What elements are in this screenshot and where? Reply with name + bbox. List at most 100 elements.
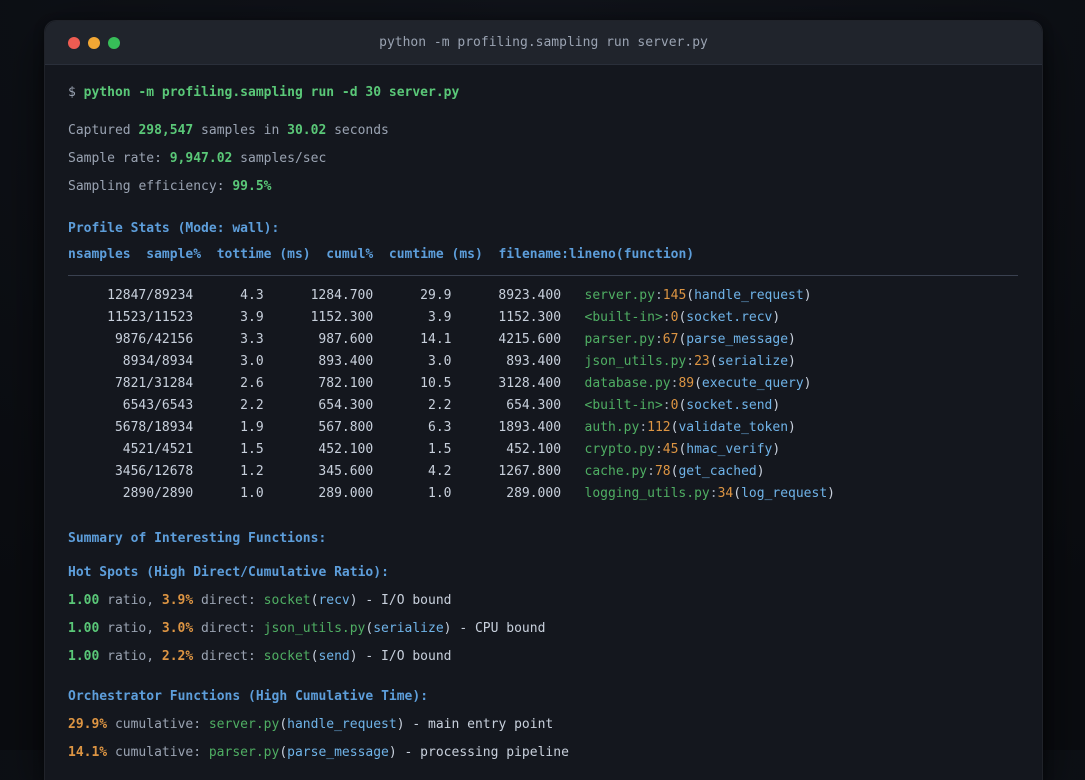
direct-label: direct:: [201, 649, 256, 664]
nsamples-value: 4521/4521: [122, 442, 194, 457]
nsamples-value: 12847/89234: [107, 288, 194, 303]
table-row: 2890/2890 1.0 289.000 1.0 289.000 logging_uti…: [68, 483, 1018, 505]
sample-rate-unit: samples/sec: [240, 151, 327, 166]
orchestrator-target: server.py(handle_request): [208, 717, 405, 732]
sample-pct-value: 3.0: [240, 354, 264, 369]
function-location: <built-in>:0(socket.send): [584, 398, 781, 413]
terminal-content: $ python -m profiling.sampling run -d 30…: [45, 65, 1042, 767]
sample-pct-value: 1.2: [240, 464, 264, 479]
close-button[interactable]: [68, 36, 80, 49]
nsamples-value: 6543/6543: [122, 398, 194, 413]
direct-pct-value: 3.0%: [161, 621, 194, 636]
orchestrator-target: parser.py(parse_message): [208, 745, 397, 760]
tottime-value: 893.400: [318, 354, 374, 369]
sample-rate-line: Sample rate: 9,947.02 samples/sec: [68, 145, 1018, 173]
window-titlebar[interactable]: python -m profiling.sampling run server.…: [45, 21, 1042, 65]
hotspots-title: Hot Spots (High Direct/Cumulative Ratio)…: [68, 565, 389, 580]
table-row: 6543/6543 2.2 654.300 2.2 654.300 <built-in>:…: [68, 395, 1018, 417]
cumul-pct-value: 14.1: [420, 332, 452, 347]
efficiency-value: 99.5%: [232, 179, 272, 194]
command-line: $ python -m profiling.sampling run -d 30…: [68, 79, 1018, 107]
sample-pct-value: 3.9: [240, 310, 264, 325]
efficiency-line: Sampling efficiency: 99.5%: [68, 173, 1018, 201]
hotspot-target: json_utils.py(serialize): [263, 621, 452, 636]
hotspot-description: - I/O bound: [365, 649, 452, 664]
cumul-pct-value: 1.0: [428, 486, 452, 501]
direct-label: direct:: [201, 593, 256, 608]
function-location: crypto.py:45(hmac_verify): [584, 442, 781, 457]
function-location: server.py:145(handle_request): [584, 288, 812, 303]
cumulative-label: cumulative:: [114, 745, 202, 760]
sample-pct-value: 4.3: [240, 288, 264, 303]
efficiency-label: Sampling efficiency:: [68, 179, 225, 194]
cumul-pct-value: 29.9: [420, 288, 452, 303]
cumul-pct-value: 10.5: [420, 376, 452, 391]
cumul-pct-value: 4.2: [428, 464, 452, 479]
hotspot-line: 1.00 ratio, 2.2% direct: socket(send) - …: [68, 643, 1018, 671]
sample-rate-label: Sample rate:: [68, 151, 162, 166]
stats-section-title: Profile Stats (Mode: wall):: [68, 221, 280, 236]
sample-pct-value: 2.2: [240, 398, 264, 413]
cumtime-value: 654.300: [506, 398, 562, 413]
orchestrators-title: Orchestrator Functions (High Cumulative …: [68, 689, 429, 704]
ratio-label: ratio,: [107, 649, 155, 664]
cumtime-value: 8923.400: [498, 288, 562, 303]
tottime-value: 345.600: [318, 464, 374, 479]
direct-pct-value: 3.9%: [161, 593, 194, 608]
cumtime-value: 4215.600: [498, 332, 562, 347]
sample-pct-value: 2.6: [240, 376, 264, 391]
tottime-value: 654.300: [318, 398, 374, 413]
direct-label: direct:: [201, 621, 256, 636]
ratio-label: ratio,: [107, 593, 155, 608]
nsamples-value: 8934/8934: [122, 354, 194, 369]
minimize-button[interactable]: [88, 36, 100, 49]
orchestrator-line: 29.9% cumulative: server.py(handle_reque…: [68, 711, 1018, 739]
ratio-value: 1.00: [68, 593, 100, 608]
function-location: cache.py:78(get_cached): [584, 464, 765, 479]
cumtime-value: 289.000: [506, 486, 562, 501]
hotspot-line: 1.00 ratio, 3.0% direct: json_utils.py(s…: [68, 615, 1018, 643]
maximize-button[interactable]: [108, 36, 120, 49]
hotspot-line: 1.00 ratio, 3.9% direct: socket(recv) - …: [68, 587, 1018, 615]
cumtime-value: 1152.300: [498, 310, 562, 325]
nsamples-value: 7821/31284: [114, 376, 194, 391]
sample-pct-value: 1.5: [240, 442, 264, 457]
function-location: json_utils.py:23(serialize): [584, 354, 796, 369]
ratio-value: 1.00: [68, 649, 100, 664]
window-title: python -m profiling.sampling run server.…: [379, 35, 708, 50]
nsamples-value: 3456/12678: [114, 464, 194, 479]
captured-label-end: seconds: [334, 123, 389, 138]
nsamples-value: 11523/11523: [107, 310, 194, 325]
direct-pct-value: 2.2%: [161, 649, 194, 664]
sample-pct-value: 1.9: [240, 420, 264, 435]
ratio-label: ratio,: [107, 621, 155, 636]
table-row: 11523/11523 3.9 1152.300 3.9 1152.300 <built-…: [68, 307, 1018, 329]
nsamples-value: 9876/42156: [114, 332, 194, 347]
table-row: 4521/4521 1.5 452.100 1.5 452.100 crypto.py:4…: [68, 439, 1018, 461]
tottime-value: 1284.700: [310, 288, 374, 303]
function-location: parser.py:67(parse_message): [584, 332, 796, 347]
tottime-value: 782.100: [318, 376, 374, 391]
hotspot-target: socket(recv): [263, 593, 358, 608]
table-row: 7821/31284 2.6 782.100 10.5 3128.400 database…: [68, 373, 1018, 395]
hotspot-description: - CPU bound: [459, 621, 546, 636]
tottime-value: 1152.300: [310, 310, 374, 325]
orchestrator-description: - main entry point: [412, 717, 554, 732]
cumtime-value: 1267.800: [498, 464, 562, 479]
samples-count: 298,547: [138, 123, 194, 138]
cumul-pct-value: 2.2: [428, 398, 452, 413]
tottime-value: 452.100: [318, 442, 374, 457]
cumul-pct-value: 3.0: [428, 354, 452, 369]
prompt-symbol: $: [68, 85, 76, 100]
hotspot-description: - I/O bound: [365, 593, 452, 608]
sample-pct-value: 1.0: [240, 486, 264, 501]
table-row: 8934/8934 3.0 893.400 3.0 893.400 json_utils.…: [68, 351, 1018, 373]
tottime-value: 567.800: [318, 420, 374, 435]
cumul-pct-value: 1.5: [428, 442, 452, 457]
tottime-value: 289.000: [318, 486, 374, 501]
cumul-pct-value: 6.3: [428, 420, 452, 435]
command-text: python -m profiling.sampling run -d 30 s…: [83, 85, 460, 100]
cumtime-value: 893.400: [506, 354, 562, 369]
orchestrator-description: - processing pipeline: [404, 745, 569, 760]
orchestrator-line: 14.1% cumulative: parser.py(parse_messag…: [68, 739, 1018, 767]
